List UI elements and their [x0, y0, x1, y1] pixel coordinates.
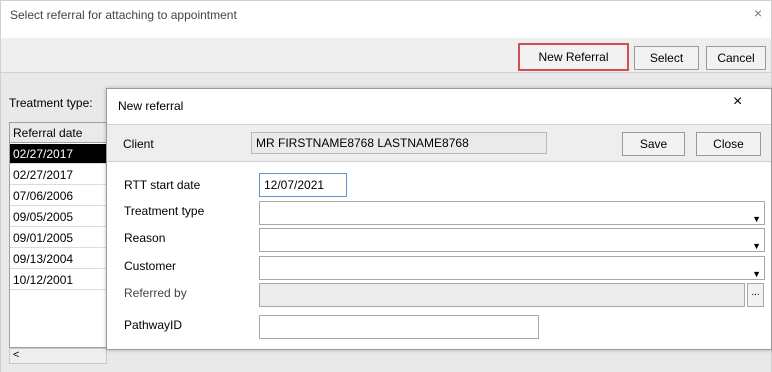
treatment-type-select[interactable]: ▼	[259, 201, 765, 225]
horizontal-scrollbar[interactable]: <	[9, 348, 107, 364]
referral-table: Referral date 02/27/2017 02/27/2017 07/0…	[9, 122, 108, 348]
customer-select[interactable]: ▼	[259, 256, 765, 280]
reason-label: Reason	[124, 231, 166, 245]
pathway-id-label: PathwayID	[124, 318, 183, 332]
referred-by-input	[259, 283, 745, 307]
table-row[interactable]: 09/13/2004	[10, 249, 108, 269]
column-header-referral-date[interactable]: Referral date	[10, 123, 108, 143]
client-label: Client	[123, 137, 154, 151]
table-row[interactable]: 02/27/2017	[10, 144, 108, 164]
client-bar: Client MR FIRSTNAME8768 LASTNAME8768 Sav…	[107, 124, 771, 162]
table-row[interactable]: 07/06/2006	[10, 186, 108, 206]
scroll-left-icon[interactable]: <	[13, 349, 19, 361]
select-button[interactable]: Select	[634, 46, 699, 70]
table-row[interactable]: 02/27/2017	[10, 165, 108, 185]
new-referral-button[interactable]: New Referral	[518, 43, 629, 71]
rtt-start-date-input[interactable]: 12/07/2021	[259, 173, 347, 197]
referred-by-browse-button[interactable]: ...	[747, 283, 764, 307]
treatment-type-label: Treatment type:	[9, 96, 93, 110]
close-icon[interactable]: ×	[754, 5, 762, 21]
table-row[interactable]: 09/01/2005	[10, 228, 108, 248]
reason-select[interactable]: ▼	[259, 228, 765, 252]
customer-label: Customer	[124, 259, 177, 273]
chevron-down-icon[interactable]: ▼	[752, 263, 761, 285]
table-row[interactable]: 10/12/2001	[10, 270, 108, 290]
referred-by-label: Referred by	[124, 286, 187, 300]
chevron-down-icon[interactable]: ▼	[752, 208, 761, 230]
client-value: MR FIRSTNAME8768 LASTNAME8768	[251, 132, 547, 154]
dialog-title: New referral	[118, 99, 184, 113]
save-button[interactable]: Save	[622, 132, 685, 156]
chevron-down-icon[interactable]: ▼	[752, 235, 761, 257]
cancel-button[interactable]: Cancel	[706, 46, 766, 70]
dialog-title: Select referral for attaching to appoint…	[10, 8, 237, 22]
pathway-id-input[interactable]	[259, 315, 539, 339]
table-row[interactable]: 09/05/2005	[10, 207, 108, 227]
rtt-start-date-label: RTT start date	[124, 178, 201, 192]
close-icon[interactable]: ×	[733, 93, 742, 111]
treatment-type-label: Treatment type	[124, 204, 205, 218]
close-button[interactable]: Close	[696, 132, 761, 156]
new-referral-dialog: New referral × Client MR FIRSTNAME8768 L…	[106, 88, 772, 350]
